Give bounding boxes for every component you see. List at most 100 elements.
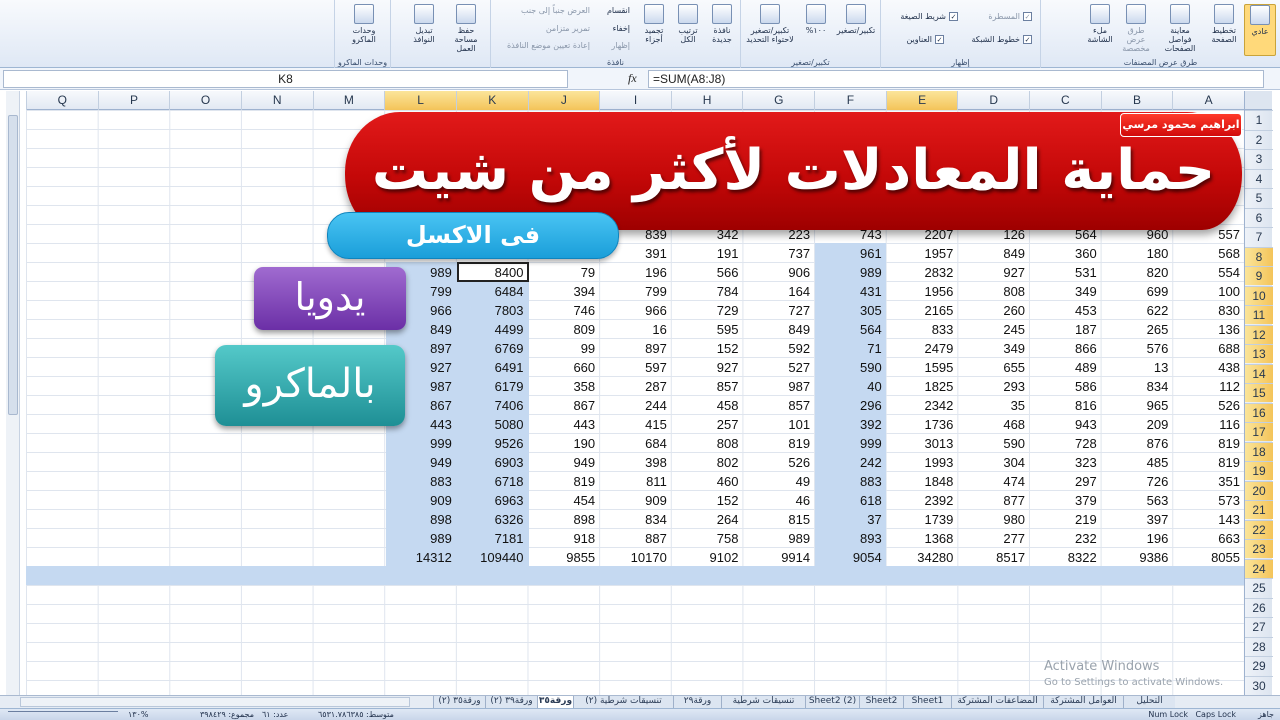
cell-k17[interactable]: 5080 bbox=[456, 415, 528, 434]
cell-a18[interactable]: 819 bbox=[1172, 434, 1244, 453]
cell-b18[interactable]: 876 bbox=[1101, 434, 1173, 453]
cell-e16[interactable]: 2342 bbox=[886, 396, 958, 415]
cell-d10[interactable]: 808 bbox=[957, 282, 1029, 301]
row-header-18[interactable]: 18 bbox=[1245, 441, 1273, 461]
cell-h21[interactable]: 152 bbox=[671, 491, 743, 510]
custom-views-button[interactable]: طرق عرض مخصصة bbox=[1120, 4, 1152, 53]
cell-h11[interactable]: 729 bbox=[671, 301, 743, 320]
cell-c20[interactable]: 297 bbox=[1029, 472, 1101, 491]
cell-l24[interactable]: 14312 bbox=[384, 548, 456, 567]
cell-g19[interactable]: 526 bbox=[742, 453, 814, 472]
cell-b11[interactable]: 622 bbox=[1101, 301, 1173, 320]
cell-k20[interactable]: 6718 bbox=[456, 472, 528, 491]
zoom-level[interactable]: ١٣٠% bbox=[128, 710, 149, 719]
column-header-j[interactable]: J bbox=[527, 91, 600, 110]
cell-f18[interactable]: 999 bbox=[814, 434, 886, 453]
cell-b24[interactable]: 9386 bbox=[1101, 548, 1173, 567]
cell-h16[interactable]: 458 bbox=[671, 396, 743, 415]
scroll-thumb[interactable] bbox=[8, 115, 18, 415]
row-header-20[interactable]: 20 bbox=[1245, 480, 1273, 500]
cell-e10[interactable]: 1956 bbox=[886, 282, 958, 301]
cell-h19[interactable]: 802 bbox=[671, 453, 743, 472]
row-header-5[interactable]: 5 bbox=[1245, 188, 1273, 207]
cell-k12[interactable]: 4499 bbox=[456, 320, 528, 339]
cell-b17[interactable]: 209 bbox=[1101, 415, 1173, 434]
zoom-to-selection-button[interactable]: تكبير/تصغير لاحتواء التحديد bbox=[744, 4, 796, 44]
macro-shape-button[interactable]: بالماكرو bbox=[215, 345, 405, 426]
row-header-28[interactable]: 28 bbox=[1245, 636, 1273, 656]
sheet-tab-0[interactable]: التحليل bbox=[1123, 696, 1175, 708]
cell-f13[interactable]: 71 bbox=[814, 339, 886, 358]
row-header-4[interactable]: 4 bbox=[1245, 168, 1273, 188]
row-header-24[interactable]: 24 bbox=[1245, 558, 1273, 578]
sheet-tab-8[interactable]: تنسيقات شرطية (٢) bbox=[573, 696, 673, 708]
cell-c19[interactable]: 323 bbox=[1029, 453, 1101, 472]
cell-d11[interactable]: 260 bbox=[957, 301, 1029, 320]
cell-e22[interactable]: 1739 bbox=[886, 510, 958, 529]
cell-b10[interactable]: 699 bbox=[1101, 282, 1173, 301]
cell-j11[interactable]: 746 bbox=[528, 301, 600, 320]
cell-l19[interactable]: 949 bbox=[384, 453, 456, 472]
cell-a17[interactable]: 116 bbox=[1172, 415, 1244, 434]
cell-g12[interactable]: 849 bbox=[742, 320, 814, 339]
cell-i14[interactable]: 597 bbox=[599, 358, 671, 377]
cell-b16[interactable]: 965 bbox=[1101, 396, 1173, 415]
cell-f24[interactable]: 9054 bbox=[814, 548, 886, 567]
row-header-2[interactable]: 2 bbox=[1245, 129, 1273, 149]
formula-input[interactable]: =SUM(A8:J8) bbox=[648, 70, 1264, 88]
cell-j14[interactable]: 660 bbox=[528, 358, 600, 377]
row-header-11[interactable]: 11 bbox=[1245, 305, 1273, 324]
cell-i22[interactable]: 834 bbox=[599, 510, 671, 529]
cell-k16[interactable]: 7406 bbox=[456, 396, 528, 415]
cell-d23[interactable]: 277 bbox=[957, 529, 1029, 548]
horizontal-scrollbar[interactable] bbox=[20, 697, 410, 707]
sheet-tab-3[interactable]: Sheet1 bbox=[903, 696, 951, 708]
zoom-slider[interactable] bbox=[8, 711, 118, 719]
arrange-all-button[interactable]: ترتيب الكل bbox=[672, 4, 704, 44]
cell-f14[interactable]: 590 bbox=[814, 358, 886, 377]
cell-h22[interactable]: 264 bbox=[671, 510, 743, 529]
cell-i13[interactable]: 897 bbox=[599, 339, 671, 358]
cell-d9[interactable]: 927 bbox=[957, 263, 1029, 282]
cell-j18[interactable]: 190 bbox=[528, 434, 600, 453]
cell-k23[interactable]: 7181 bbox=[456, 529, 528, 548]
page-break-preview-button[interactable]: معاينة فواصل الصفحات bbox=[1158, 4, 1202, 53]
cell-d13[interactable]: 349 bbox=[957, 339, 1029, 358]
cell-c10[interactable]: 349 bbox=[1029, 282, 1101, 301]
cell-c8[interactable]: 360 bbox=[1029, 244, 1101, 263]
cell-b12[interactable]: 265 bbox=[1101, 320, 1173, 339]
column-header-o[interactable]: O bbox=[169, 91, 241, 110]
sheet-tab-6[interactable]: تنسيقات شرطية bbox=[721, 696, 805, 708]
cell-c23[interactable]: 232 bbox=[1029, 529, 1101, 548]
cell-i9[interactable]: 196 bbox=[599, 263, 671, 282]
cell-e24[interactable]: 34280 bbox=[886, 548, 958, 567]
hide-button[interactable]: إخفاء bbox=[613, 24, 630, 33]
cell-j20[interactable]: 819 bbox=[528, 472, 600, 491]
cell-g24[interactable]: 9914 bbox=[742, 548, 814, 567]
column-header-i[interactable]: I bbox=[599, 91, 671, 110]
cell-h14[interactable]: 927 bbox=[671, 358, 743, 377]
cell-j13[interactable]: 99 bbox=[528, 339, 600, 358]
cell-f8[interactable]: 961 bbox=[814, 244, 886, 263]
cell-f15[interactable]: 40 bbox=[814, 377, 886, 396]
cell-c15[interactable]: 586 bbox=[1029, 377, 1101, 396]
cell-e14[interactable]: 1595 bbox=[886, 358, 958, 377]
cell-c17[interactable]: 943 bbox=[1029, 415, 1101, 434]
cell-i12[interactable]: 16 bbox=[599, 320, 671, 339]
column-header-e[interactable]: E bbox=[885, 91, 958, 110]
new-window-button[interactable]: نافذة جديدة bbox=[706, 4, 738, 44]
column-header-a[interactable]: A bbox=[1172, 91, 1244, 110]
cell-c13[interactable]: 866 bbox=[1029, 339, 1101, 358]
column-header-n[interactable]: N bbox=[240, 91, 313, 110]
cell-i21[interactable]: 909 bbox=[599, 491, 671, 510]
switch-windows-button[interactable]: تبديل النوافذ bbox=[408, 4, 440, 44]
cell-a14[interactable]: 438 bbox=[1172, 358, 1244, 377]
cell-b15[interactable]: 834 bbox=[1101, 377, 1173, 396]
cell-h18[interactable]: 808 bbox=[671, 434, 743, 453]
cell-a20[interactable]: 351 bbox=[1172, 472, 1244, 491]
cell-g20[interactable]: 49 bbox=[742, 472, 814, 491]
cell-c21[interactable]: 379 bbox=[1029, 491, 1101, 510]
cell-i18[interactable]: 684 bbox=[599, 434, 671, 453]
sheet-tab-5[interactable]: Sheet2 (2) bbox=[805, 696, 859, 708]
cell-g21[interactable]: 46 bbox=[742, 491, 814, 510]
